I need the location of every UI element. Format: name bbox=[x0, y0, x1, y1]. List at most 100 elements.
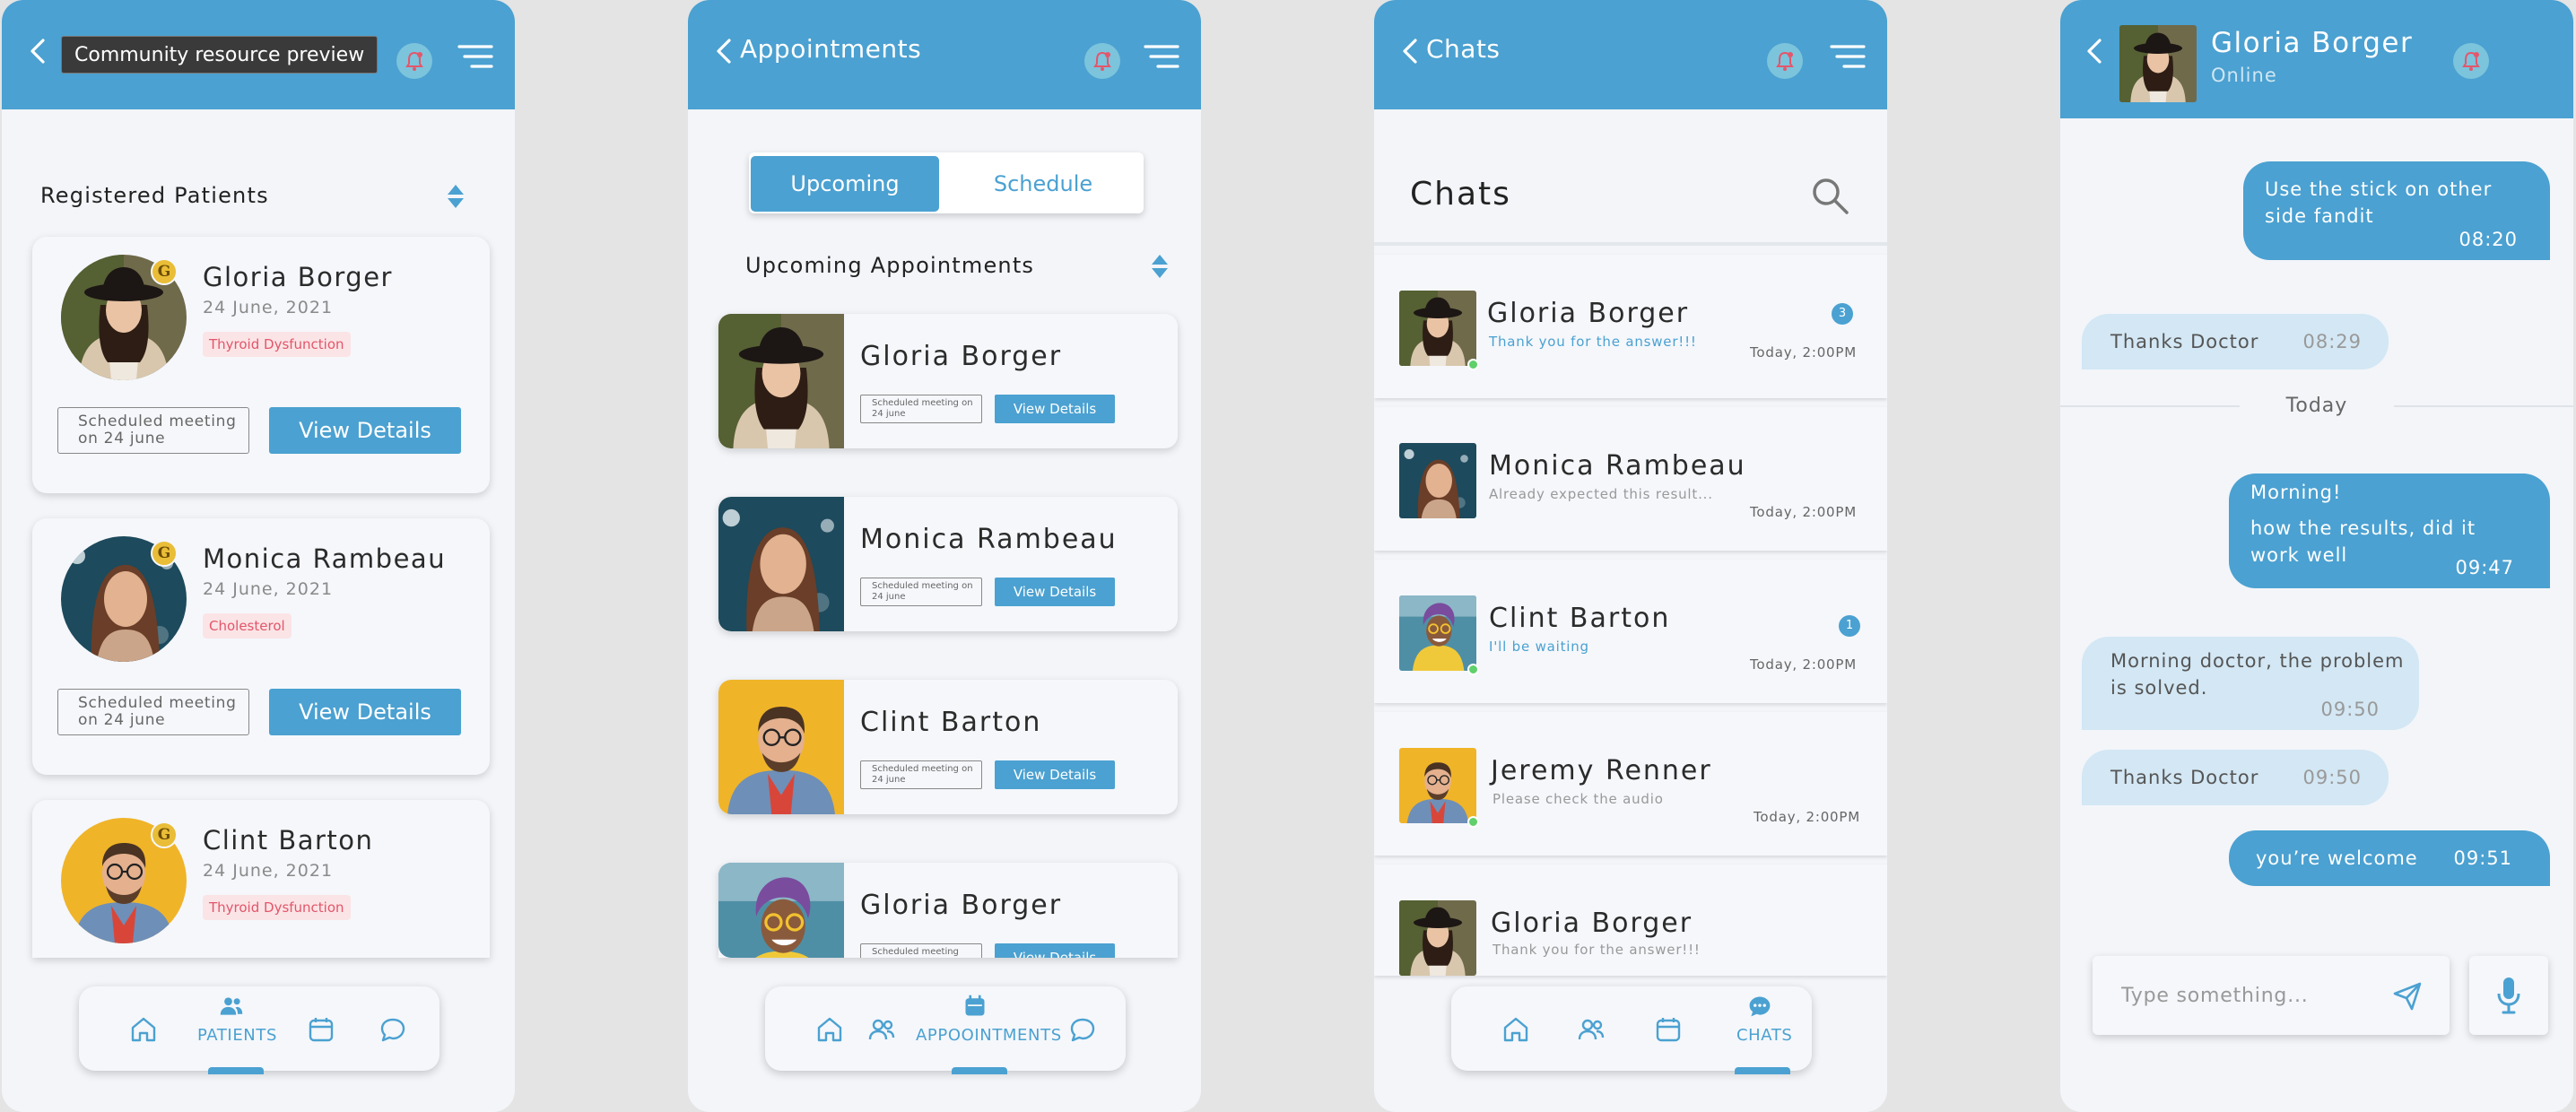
patient-date: 24 June, 2021 bbox=[203, 861, 334, 881]
chat-preview: Please check the audio bbox=[1493, 791, 1664, 807]
patient-card[interactable]: G Monica Rambeau 24 June, 2021 Cholester… bbox=[32, 518, 490, 775]
patient-name: Monica Rambeau bbox=[203, 543, 447, 574]
message-line: work well bbox=[2250, 544, 2348, 566]
chat-name: Gloria Borger bbox=[1491, 908, 1693, 939]
sort-icon[interactable] bbox=[1151, 253, 1169, 280]
scheduled-meeting-label: Scheduled meeting on 24 june bbox=[57, 689, 249, 735]
chat-list-item[interactable]: Gloria Borger Thank you for the answer!!… bbox=[1374, 255, 1887, 398]
message-outgoing: Use the stick on other side fandit 08:20 bbox=[2243, 161, 2550, 260]
notification-button[interactable] bbox=[1767, 43, 1803, 79]
nav-label-appointments[interactable]: APPOOINTMENTS bbox=[916, 1026, 1062, 1045]
patient-card[interactable]: G Gloria Borger 24 June, 2021 Thyroid Dy… bbox=[32, 237, 490, 493]
chat-list-item[interactable]: Gloria Borger Thank you for the answer!!… bbox=[1374, 864, 1887, 976]
message-line: Thanks Doctor bbox=[2110, 767, 2259, 788]
patient-name: Gloria Borger bbox=[203, 262, 393, 292]
online-indicator bbox=[1467, 359, 1479, 370]
view-details-button[interactable]: View Details bbox=[995, 395, 1115, 423]
chat-time: Today, 2:00PM bbox=[1750, 504, 1857, 520]
avatar bbox=[718, 680, 844, 814]
avatar bbox=[1399, 291, 1476, 366]
tab-switcher: Upcoming Schedule bbox=[749, 152, 1144, 213]
users-icon[interactable] bbox=[219, 994, 244, 1019]
appointment-card[interactable]: Clint Barton Scheduled meeting on 24 jun… bbox=[718, 680, 1178, 814]
tab-upcoming[interactable]: Upcoming bbox=[751, 156, 939, 212]
mic-button[interactable] bbox=[2469, 956, 2548, 1035]
appointment-name: Gloria Borger bbox=[860, 341, 1063, 372]
header-bar: Community resource preview bbox=[2, 0, 515, 109]
chat-list-item[interactable]: Jeremy Renner Please check the audio Tod… bbox=[1374, 712, 1887, 856]
chat-icon[interactable] bbox=[379, 1015, 407, 1044]
appointments-screen: Appointments Upcoming Schedule Upcoming … bbox=[688, 0, 1201, 1112]
unread-badge: 1 bbox=[1839, 615, 1860, 637]
g-badge-icon: G bbox=[151, 821, 178, 848]
message-time: 08:29 bbox=[2302, 331, 2362, 352]
bell-icon bbox=[2461, 50, 2481, 72]
notification-button[interactable] bbox=[2453, 43, 2489, 79]
calendar-icon[interactable] bbox=[1654, 1015, 1683, 1044]
search-icon[interactable] bbox=[1810, 176, 1849, 215]
chevron-left-icon[interactable] bbox=[2084, 38, 2105, 65]
users-icon[interactable] bbox=[867, 1015, 896, 1044]
send-icon[interactable] bbox=[2392, 981, 2423, 1012]
home-icon[interactable] bbox=[129, 1015, 158, 1044]
message-line: Use the stick on other bbox=[2265, 178, 2493, 200]
appointment-card[interactable]: Gloria Borger Scheduled meeting on 24 ju… bbox=[718, 314, 1178, 448]
chevron-left-icon[interactable] bbox=[1399, 38, 1421, 65]
header-bar: Chats bbox=[1374, 0, 1887, 109]
home-icon[interactable] bbox=[815, 1015, 844, 1044]
chat-preview: Already expected this result... bbox=[1489, 486, 1713, 502]
avatar bbox=[2119, 25, 2197, 102]
avatar bbox=[718, 863, 844, 958]
message-outgoing: Morning! how the results, did it work we… bbox=[2229, 473, 2550, 588]
tooltip: Community resource preview bbox=[61, 36, 379, 74]
header-bar: Gloria Borger Online bbox=[2060, 0, 2573, 118]
online-indicator bbox=[1467, 816, 1479, 828]
message-time: 08:20 bbox=[2459, 229, 2518, 250]
g-badge-icon: G bbox=[151, 258, 178, 285]
view-details-button[interactable]: View Details bbox=[269, 407, 461, 454]
avatar bbox=[1399, 748, 1476, 823]
appointment-name: Clint Barton bbox=[860, 707, 1042, 738]
tab-schedule[interactable]: Schedule bbox=[948, 156, 1138, 212]
chats-screen: Chats Chats Gloria Borger Thank you for … bbox=[1374, 0, 1887, 1112]
patient-date: 24 June, 2021 bbox=[203, 579, 334, 599]
section-title: Upcoming Appointments bbox=[745, 253, 1035, 278]
chat-time: Today, 2:00PM bbox=[1750, 344, 1857, 361]
notification-button[interactable] bbox=[1084, 43, 1120, 79]
home-icon[interactable] bbox=[1501, 1015, 1530, 1044]
notification-button[interactable] bbox=[396, 43, 432, 79]
menu-icon[interactable] bbox=[456, 43, 493, 70]
appointment-card[interactable]: Gloria Borger Scheduled meeting View Det… bbox=[718, 863, 1178, 958]
scheduled-meeting-label: Scheduled meeting on 24 june bbox=[860, 395, 982, 423]
view-details-button[interactable]: View Details bbox=[269, 689, 461, 735]
view-details-button[interactable]: View Details bbox=[995, 578, 1115, 606]
message-input[interactable] bbox=[2121, 977, 2381, 1013]
chat-list-item[interactable]: Clint Barton I'll be waiting 1 Today, 2:… bbox=[1374, 560, 1887, 703]
appointment-card[interactable]: Monica Rambeau Scheduled meeting on 24 j… bbox=[718, 497, 1178, 631]
patient-card[interactable]: G Clint Barton 24 June, 2021 Thyroid Dys… bbox=[32, 800, 490, 958]
sort-icon[interactable] bbox=[447, 183, 465, 210]
patient-date: 24 June, 2021 bbox=[203, 298, 334, 317]
nav-label-chats[interactable]: CHATS bbox=[1736, 1026, 1792, 1045]
avatar bbox=[718, 497, 844, 631]
nav-label-patients[interactable]: PATIENTS bbox=[197, 1026, 277, 1045]
message-line: Morning! bbox=[2250, 482, 2342, 503]
chat-detail-screen: Gloria Borger Online Use the stick on ot… bbox=[2060, 0, 2573, 1112]
bottom-nav: PATIENTS bbox=[79, 986, 439, 1071]
calendar-icon[interactable] bbox=[962, 994, 988, 1019]
calendar-icon[interactable] bbox=[307, 1015, 335, 1044]
scheduled-meeting-label: Scheduled meeting on 24 june bbox=[860, 760, 982, 789]
chat-icon[interactable] bbox=[1068, 1015, 1097, 1044]
menu-icon[interactable] bbox=[1142, 43, 1179, 70]
contact-name: Gloria Borger bbox=[2211, 27, 2414, 59]
chat-icon[interactable] bbox=[1747, 994, 1772, 1019]
view-details-button[interactable]: View Details bbox=[995, 943, 1115, 958]
users-icon[interactable] bbox=[1577, 1015, 1606, 1044]
menu-icon[interactable] bbox=[1828, 43, 1866, 70]
message-line: Thanks Doctor bbox=[2110, 331, 2259, 352]
chat-list-item[interactable]: Monica Rambeau Already expected this res… bbox=[1374, 407, 1887, 551]
view-details-button[interactable]: View Details bbox=[995, 760, 1115, 789]
chevron-left-icon[interactable] bbox=[713, 38, 735, 65]
divider bbox=[1374, 242, 1887, 246]
chevron-left-icon[interactable] bbox=[27, 38, 48, 65]
